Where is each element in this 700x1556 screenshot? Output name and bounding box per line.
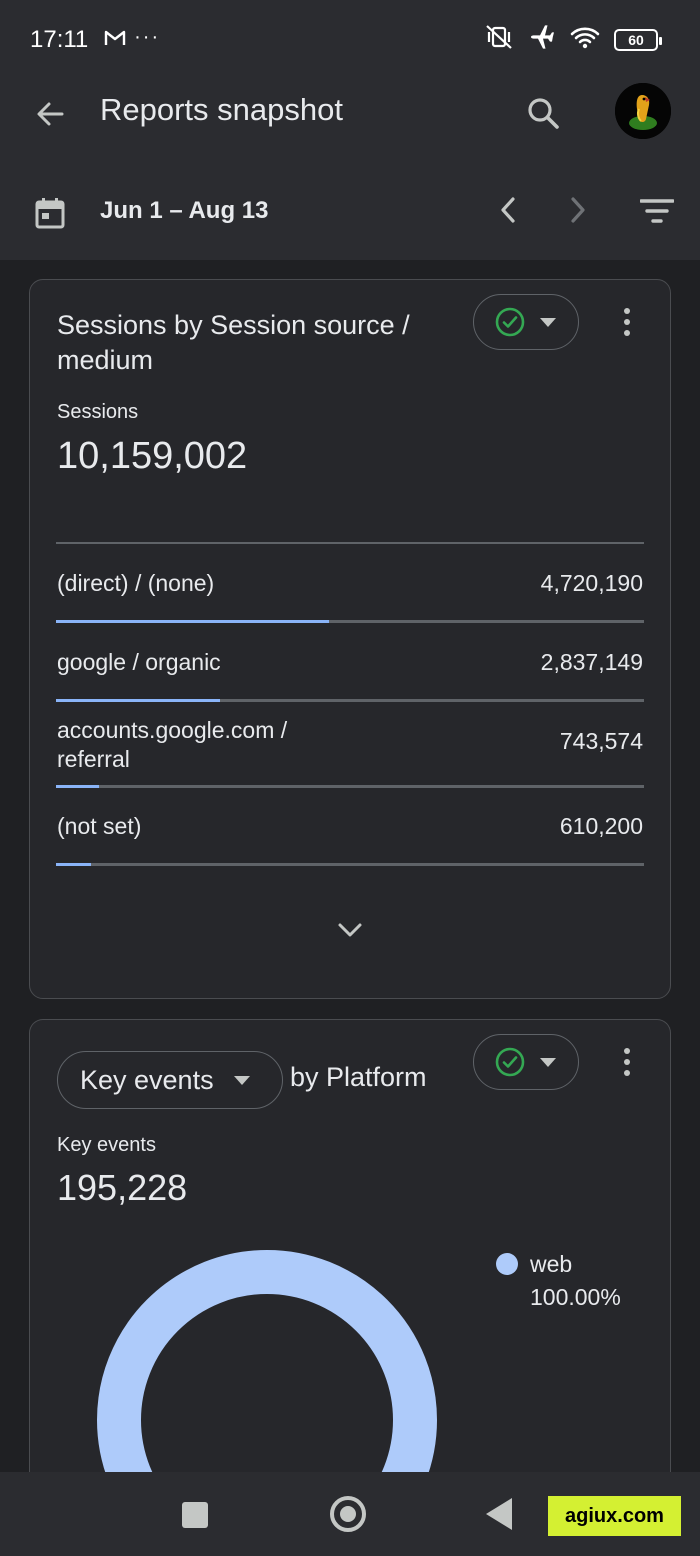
- status-time: 17:11: [30, 26, 89, 53]
- metric-value: 10,159,002: [57, 435, 248, 477]
- more-icon: ···: [134, 26, 161, 48]
- caret-down-icon: [233, 1076, 250, 1085]
- card-status-dropdown[interactable]: [473, 294, 579, 350]
- avatar[interactable]: [615, 83, 671, 139]
- system-nav-bar: agiux.com: [0, 1472, 700, 1556]
- metric-dropdown[interactable]: Key events: [57, 1051, 283, 1109]
- check-circle-icon: [495, 1047, 525, 1077]
- check-circle-icon: [495, 307, 525, 337]
- caret-down-icon: [540, 1058, 556, 1067]
- row-value-referral: 743,574: [559, 728, 643, 754]
- metric-dropdown-label: Key events: [80, 1064, 214, 1095]
- bar-fill: [56, 620, 330, 623]
- row-label-organic: google / organic: [57, 649, 221, 675]
- row-bar-not-set: [56, 863, 644, 866]
- avatar-parrot-icon: [615, 83, 671, 139]
- filter-button[interactable]: [636, 190, 678, 232]
- filter-icon: [640, 199, 674, 223]
- chevron-right-icon: [571, 197, 585, 223]
- expand-button[interactable]: [330, 912, 370, 948]
- date-range[interactable]: Jun 1 – Aug 13: [100, 197, 269, 225]
- notification-icons: ···: [104, 26, 160, 53]
- row-bar-organic: [56, 699, 644, 702]
- app-bar: Reports snapshot Jun 1 – Aug 13: [0, 80, 700, 260]
- row-bar-direct: [56, 620, 644, 623]
- bar-fill: [56, 785, 100, 788]
- gmail-icon: [104, 27, 134, 52]
- status-right-icons: 60: [484, 24, 662, 55]
- divider: [56, 542, 644, 544]
- row-value-organic: 2,837,149: [540, 649, 643, 675]
- home-icon[interactable]: [330, 1496, 366, 1532]
- legend-name-web: web: [530, 1251, 573, 1277]
- bar-fill: [56, 863, 92, 866]
- status-bar: 17:11 ··· 60: [0, 0, 700, 80]
- card-title-suffix: by Platform: [290, 1062, 427, 1092]
- row-label-not-set: (not set): [57, 813, 142, 839]
- metric-label: Sessions: [57, 401, 139, 423]
- legend-dot-web: [496, 1253, 518, 1275]
- next-range-button[interactable]: [560, 190, 596, 230]
- arrow-back-icon: [37, 102, 64, 126]
- key-events-card: Key events by Platform Key events 195,22…: [29, 1019, 671, 1539]
- mute-vibrate-icon: [484, 24, 514, 55]
- bar-fill: [56, 699, 221, 702]
- wifi-icon: [570, 25, 600, 54]
- more-options-button[interactable]: [612, 300, 642, 344]
- metric-value: 195,228: [57, 1167, 188, 1208]
- previous-range-button[interactable]: [490, 190, 526, 230]
- calendar-button[interactable]: [30, 193, 70, 233]
- row-value-direct: 4,720,190: [540, 570, 643, 596]
- more-options-button[interactable]: [612, 1040, 642, 1084]
- card-title: Sessions by Session source / medium: [57, 310, 410, 375]
- search-button[interactable]: [520, 90, 566, 136]
- search-icon: [528, 98, 559, 129]
- chevron-down-icon: [338, 923, 362, 937]
- airplane-icon: [528, 24, 556, 55]
- card-status-dropdown[interactable]: [473, 1034, 579, 1090]
- legend-percent-web: 100.00%: [530, 1284, 621, 1310]
- row-value-not-set: 610,200: [559, 813, 643, 839]
- row-bar-referral: [56, 785, 644, 788]
- metric-label: Key events: [57, 1134, 156, 1156]
- back-button[interactable]: [28, 92, 72, 136]
- row-label-direct: (direct) / (none): [57, 570, 215, 596]
- page-title: Reports snapshot: [100, 92, 343, 127]
- row-label-referral: accounts.google.com / referral: [57, 717, 288, 772]
- caret-down-icon: [540, 318, 556, 327]
- recents-icon[interactable]: [182, 1502, 208, 1528]
- nav-back-icon[interactable]: [486, 1498, 512, 1530]
- calendar-icon: [35, 198, 65, 229]
- sessions-card: Sessions by Session source / medium Sess…: [29, 279, 671, 999]
- chevron-left-icon: [501, 197, 515, 223]
- watermark-badge: agiux.com: [548, 1496, 681, 1536]
- battery-icon: 60: [614, 28, 662, 51]
